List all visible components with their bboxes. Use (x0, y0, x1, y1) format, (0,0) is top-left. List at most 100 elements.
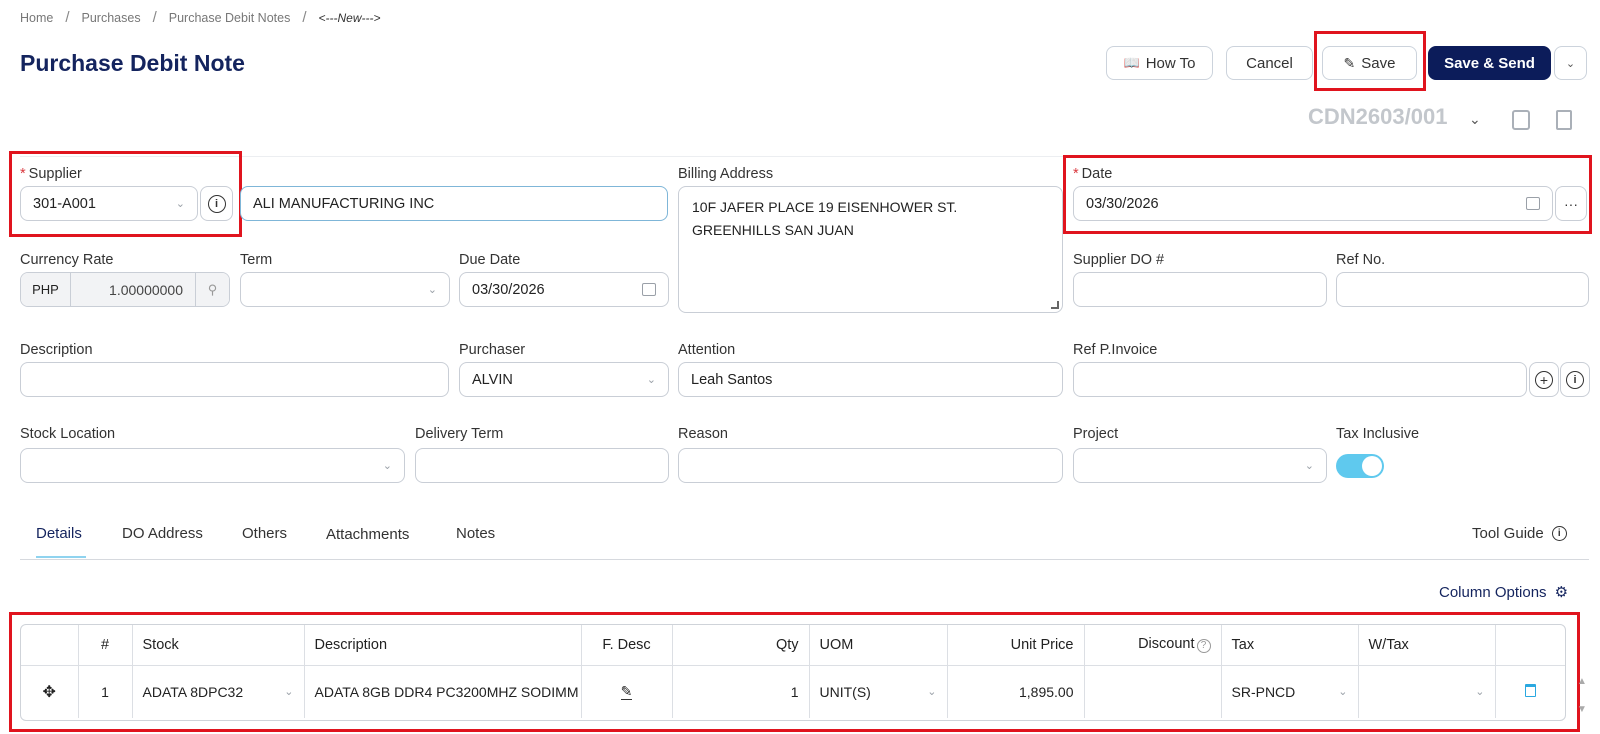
tab-notes[interactable]: Notes (456, 525, 495, 542)
breadcrumb-purchases[interactable]: Purchases (82, 11, 141, 25)
scroll-down-icon[interactable]: ▼ (1577, 704, 1587, 715)
discount-cell[interactable] (1084, 665, 1222, 718)
supplier-info-button[interactable]: i (200, 186, 233, 221)
calendar-icon[interactable] (642, 283, 656, 296)
save-send-button[interactable]: Save & Send (1428, 46, 1551, 80)
tab-do-address[interactable]: DO Address (122, 525, 203, 542)
stock-value: ADATA 8DPC32 (142, 683, 244, 700)
currency-rate-input[interactable]: 1.00000000 (71, 273, 195, 306)
stock-location-select[interactable]: ⌄ (20, 448, 405, 483)
resize-handle-icon[interactable] (1051, 301, 1059, 309)
how-to-label: How To (1145, 54, 1196, 72)
chevron-down-icon: ⌄ (382, 460, 392, 472)
billing-address-line2: GREENHILLS SAN JUAN (692, 222, 854, 238)
column-options-link[interactable]: Column Options ⚙ (1439, 583, 1568, 602)
calendar-icon[interactable] (1526, 197, 1540, 210)
trash-icon (1524, 683, 1536, 697)
header-wtax: W/Tax (1358, 625, 1496, 666)
supplier-do-input[interactable] (1073, 272, 1327, 307)
stock-location-label: Stock Location (20, 426, 116, 442)
delete-row-button[interactable] (1495, 665, 1565, 718)
tax-inclusive-toggle[interactable] (1336, 454, 1384, 478)
tool-guide-link[interactable]: Tool Guide i (1472, 525, 1567, 542)
billing-address-line1: 10F JAFER PLACE 19 EISENHOWER ST. (692, 199, 958, 215)
ref-pinvoice-info-button[interactable]: i (1560, 362, 1590, 397)
breadcrumb-separator: / (65, 9, 70, 26)
date-more-button[interactable]: ··· (1555, 186, 1587, 221)
ref-no-input[interactable] (1336, 272, 1589, 307)
tab-details[interactable]: Details (36, 525, 82, 542)
header-qty: Qty (672, 625, 810, 666)
line-items-table: # Stock Description F. Desc Qty UOM Unit… (20, 624, 1566, 721)
header-unit-price: Unit Price (947, 625, 1085, 666)
info-icon: i (207, 194, 226, 213)
purchaser-value: ALVIN (472, 371, 513, 388)
search-icon: ⚲ (207, 281, 218, 297)
breadcrumb-home[interactable]: Home (20, 11, 53, 25)
cancel-button[interactable]: Cancel (1226, 46, 1313, 80)
delivery-term-input[interactable] (415, 448, 669, 483)
attention-input[interactable]: Leah Santos (678, 362, 1063, 397)
due-date-label: Due Date (459, 252, 521, 268)
tab-attachments[interactable]: Attachments (326, 526, 409, 543)
pencil-icon: ✎ (620, 683, 633, 701)
attention-label: Attention (678, 342, 736, 358)
scroll-up-icon[interactable]: ▲ (1577, 676, 1587, 687)
how-to-button[interactable]: 📖 How To (1106, 46, 1213, 80)
document-number: CDN2603/001 (1308, 104, 1448, 129)
breadcrumb-current: <---New---> (318, 10, 381, 25)
currency-rate-group: PHP 1.00000000 ⚲ (20, 272, 230, 307)
ref-no-label: Ref No. (1336, 252, 1386, 268)
project-select[interactable]: ⌄ (1073, 448, 1327, 483)
chevron-down-icon: ⌄ (1565, 57, 1576, 70)
chevron-down-icon: ⌄ (1304, 460, 1314, 472)
tab-details-active-indicator (36, 556, 86, 558)
currency-rate-search-button[interactable]: ⚲ (195, 273, 229, 306)
term-select[interactable]: ⌄ (240, 272, 450, 307)
qty-cell[interactable]: 1 (672, 665, 810, 718)
tool-guide-label: Tool Guide (1472, 525, 1544, 542)
due-date-value: 03/30/2026 (472, 281, 545, 298)
column-options-label: Column Options (1439, 583, 1547, 601)
ref-pinvoice-add-button[interactable]: + (1529, 362, 1559, 397)
description-label: Description (20, 342, 93, 358)
billing-address-textarea[interactable]: 10F JAFER PLACE 19 EISENHOWER ST. GREENH… (678, 186, 1063, 313)
chevron-down-icon: ⌄ (284, 686, 294, 699)
ref-pinvoice-input[interactable] (1073, 362, 1527, 397)
wtax-cell[interactable]: ⌄ (1358, 665, 1496, 718)
stock-cell[interactable]: ADATA 8DPC32 ⌄ (132, 665, 305, 718)
supplier-code-select[interactable]: 301-A001 ⌄ (20, 186, 198, 221)
bookmark-icon[interactable] (1556, 110, 1572, 130)
help-icon: ? (1196, 639, 1211, 654)
doc-number-chevron-icon[interactable]: ⌄ (1469, 111, 1481, 128)
date-input[interactable]: 03/30/2026 (1073, 186, 1553, 221)
row-number: 1 (78, 665, 133, 718)
description-input[interactable] (20, 362, 449, 397)
plus-icon: + (1535, 370, 1553, 389)
description-cell[interactable]: ADATA 8GB DDR4 PC3200MHZ SODIMM (304, 665, 582, 718)
more-actions-dropdown[interactable]: ⌄ (1554, 46, 1587, 80)
tab-others[interactable]: Others (242, 525, 287, 542)
save-send-label: Save & Send (1444, 54, 1535, 72)
supplier-label: * Supplier (20, 166, 82, 182)
preview-icon[interactable] (1512, 110, 1530, 130)
purchaser-select[interactable]: ALVIN ⌄ (459, 362, 669, 397)
uom-value: UNIT(S) (819, 683, 871, 700)
reason-input[interactable] (678, 448, 1063, 483)
supplier-name-field[interactable]: ALI MANUFACTURING INC (240, 186, 668, 221)
tax-cell[interactable]: SR-PNCD ⌄ (1221, 665, 1359, 718)
chevron-down-icon: ⌄ (646, 374, 656, 386)
fdesc-edit-button[interactable]: ✎ (581, 665, 673, 718)
breadcrumb-separator: / (302, 9, 307, 26)
due-date-input[interactable]: 03/30/2026 (459, 272, 669, 307)
breadcrumb-purchase-debit-notes[interactable]: Purchase Debit Notes (169, 11, 291, 25)
header-fdesc: F. Desc (581, 625, 673, 666)
info-icon: i (1551, 526, 1567, 541)
unit-price-cell[interactable]: 1,895.00 (947, 665, 1085, 718)
drag-handle-icon[interactable]: ✥ (21, 665, 79, 718)
cancel-label: Cancel (1246, 54, 1293, 72)
save-button[interactable]: ✎ Save (1322, 46, 1417, 80)
uom-cell[interactable]: UNIT(S) ⌄ (809, 665, 948, 718)
header-description: Description (304, 625, 582, 666)
currency-rate-label: Currency Rate (20, 252, 114, 268)
